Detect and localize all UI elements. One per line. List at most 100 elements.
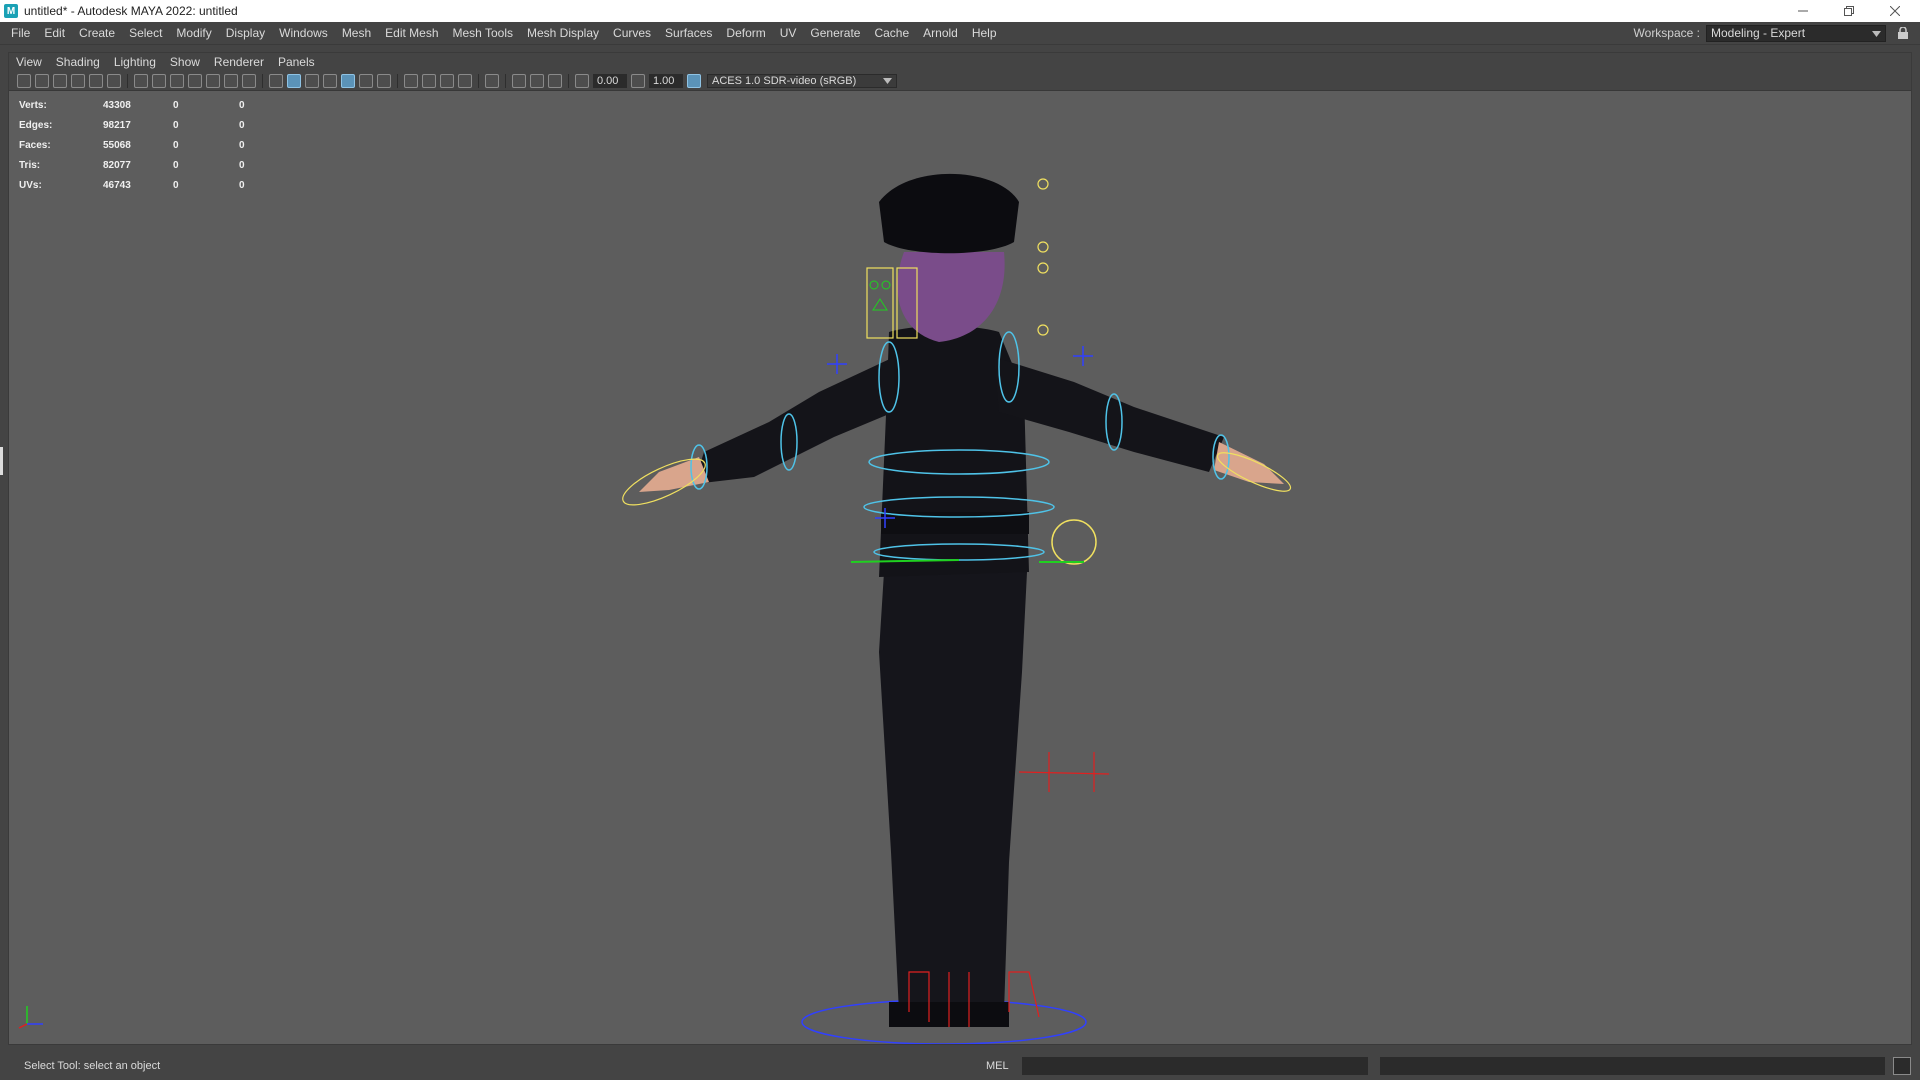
- menu-edit-mesh[interactable]: Edit Mesh: [378, 22, 445, 44]
- menu-windows[interactable]: Windows: [272, 22, 335, 44]
- select-camera-icon[interactable]: [17, 73, 31, 88]
- camera-attributes-icon[interactable]: [35, 73, 49, 88]
- ambient-occlusion-icon[interactable]: [404, 73, 418, 88]
- menu-mesh-display[interactable]: Mesh Display: [520, 22, 606, 44]
- jaw-control-dot: [1037, 262, 1049, 274]
- panel-menu-view[interactable]: View: [9, 53, 49, 71]
- view-transform-value: ACES 1.0 SDR-video (sRGB): [712, 74, 857, 87]
- command-result-field: [1380, 1057, 1885, 1075]
- face-control-panel: [866, 267, 894, 339]
- left-clavicle-cross: [827, 354, 847, 374]
- resolution-gate-icon[interactable]: [170, 73, 184, 88]
- image-plane-icon[interactable]: [71, 73, 85, 88]
- menu-arnold[interactable]: Arnold: [916, 22, 965, 44]
- use-all-lights-icon[interactable]: [359, 73, 373, 88]
- gate-mask-icon[interactable]: [188, 73, 202, 88]
- main-menu-bar: File Edit Create Select Modify Display W…: [0, 22, 1920, 45]
- panel-toolbar: 0.00 1.00 ACES 1.0 SDR-video (sRGB): [9, 71, 1911, 91]
- menu-create[interactable]: Create: [72, 22, 122, 44]
- menu-mesh[interactable]: Mesh: [335, 22, 378, 44]
- safe-title-icon[interactable]: [242, 73, 256, 88]
- command-language-toggle[interactable]: MEL: [986, 1060, 1009, 1072]
- menu-cache[interactable]: Cache: [867, 22, 916, 44]
- menu-uv[interactable]: UV: [773, 22, 804, 44]
- menu-deform[interactable]: Deform: [719, 22, 772, 44]
- viewport-panel: View Shading Lighting Show Renderer Pane…: [8, 52, 1912, 1045]
- 2d-pan-zoom-icon[interactable]: [89, 73, 103, 88]
- menu-modify[interactable]: Modify: [169, 22, 218, 44]
- close-icon[interactable]: [1872, 0, 1918, 22]
- help-line-text: Select Tool: select an object: [24, 1060, 161, 1072]
- face-eye-left: [869, 280, 879, 290]
- face-mouth-triangle: [872, 298, 888, 311]
- depth-of-field-icon[interactable]: [458, 73, 472, 88]
- script-editor-icon[interactable]: [1893, 1057, 1911, 1075]
- command-line-input[interactable]: [1022, 1057, 1368, 1075]
- safe-action-icon[interactable]: [224, 73, 238, 88]
- field-chart-icon[interactable]: [206, 73, 220, 88]
- anti-aliasing-icon[interactable]: [440, 73, 454, 88]
- panel-menu-shading[interactable]: Shading: [49, 53, 107, 71]
- character-legs: [879, 572, 1027, 1017]
- wireframe-icon[interactable]: [269, 73, 283, 88]
- menu-select[interactable]: Select: [122, 22, 169, 44]
- 3d-viewport[interactable]: Verts: 43308 0 0 Edges: 98217 0 0 Faces:…: [9, 92, 1911, 1044]
- minimize-icon[interactable]: [1780, 0, 1826, 22]
- xray-active-components-icon[interactable]: [530, 73, 544, 88]
- xray-joints-icon[interactable]: [548, 73, 562, 88]
- workspace-selector: Workspace : Modeling - Expert: [1634, 24, 1908, 42]
- workspace-value: Modeling - Expert: [1711, 26, 1806, 40]
- grease-pencil-icon[interactable]: [107, 73, 121, 88]
- title-bar: M untitled* - Autodesk MAYA 2022: untitl…: [0, 0, 1920, 22]
- textured-icon[interactable]: [341, 73, 355, 88]
- eye-control-dot: [1037, 241, 1049, 253]
- default-material-icon[interactable]: [305, 73, 319, 88]
- toolbar-divider: [127, 73, 128, 88]
- motion-blur-icon[interactable]: [422, 73, 436, 88]
- menu-generate[interactable]: Generate: [803, 22, 867, 44]
- character-hat: [879, 173, 1019, 254]
- workspace-label: Workspace :: [1633, 26, 1700, 40]
- panel-resize-handle[interactable]: [0, 447, 3, 475]
- menu-file[interactable]: File: [4, 22, 37, 44]
- toolbar-divider: [505, 73, 506, 88]
- scene-render: [622, 173, 1292, 1044]
- menu-help[interactable]: Help: [965, 22, 1004, 44]
- panel-menu-panels[interactable]: Panels: [271, 53, 322, 71]
- lock-icon[interactable]: [1898, 26, 1908, 39]
- character-left-hand: [639, 457, 709, 492]
- menu-mesh-tools[interactable]: Mesh Tools: [446, 22, 520, 44]
- face-eye-right: [881, 280, 891, 290]
- chevron-down-icon: [1872, 26, 1881, 40]
- menu-surfaces[interactable]: Surfaces: [658, 22, 719, 44]
- isolate-select-icon[interactable]: [485, 73, 499, 88]
- chevron-down-icon: [883, 75, 892, 87]
- menu-edit[interactable]: Edit: [37, 22, 72, 44]
- gamma-field[interactable]: 1.00: [649, 73, 683, 88]
- right-clavicle-cross: [1073, 346, 1093, 366]
- panel-menu-show[interactable]: Show: [163, 53, 207, 71]
- view-axis-gizmo: [18, 1006, 43, 1029]
- film-gate-icon[interactable]: [152, 73, 166, 88]
- view-transform-dropdown[interactable]: ACES 1.0 SDR-video (sRGB): [707, 73, 897, 88]
- color-management-icon[interactable]: [687, 73, 701, 88]
- panel-menu-renderer[interactable]: Renderer: [207, 53, 271, 71]
- exposure-icon[interactable]: [575, 73, 589, 88]
- panel-menu-bar: View Shading Lighting Show Renderer Pane…: [9, 53, 1911, 71]
- neck-control-dot: [1037, 324, 1049, 336]
- wireframe-on-shaded-icon[interactable]: [323, 73, 337, 88]
- bookmarks-icon[interactable]: [53, 73, 67, 88]
- exposure-field[interactable]: 0.00: [593, 73, 627, 88]
- restore-icon[interactable]: [1826, 0, 1872, 22]
- toolbar-divider: [568, 73, 569, 88]
- smooth-shade-icon[interactable]: [287, 73, 301, 88]
- workspace-dropdown[interactable]: Modeling - Expert: [1706, 24, 1886, 42]
- toolbar-divider: [262, 73, 263, 88]
- shadows-icon[interactable]: [377, 73, 391, 88]
- xray-icon[interactable]: [512, 73, 526, 88]
- grid-icon[interactable]: [134, 73, 148, 88]
- panel-menu-lighting[interactable]: Lighting: [107, 53, 163, 71]
- menu-display[interactable]: Display: [219, 22, 272, 44]
- gamma-icon[interactable]: [631, 73, 645, 88]
- menu-curves[interactable]: Curves: [606, 22, 658, 44]
